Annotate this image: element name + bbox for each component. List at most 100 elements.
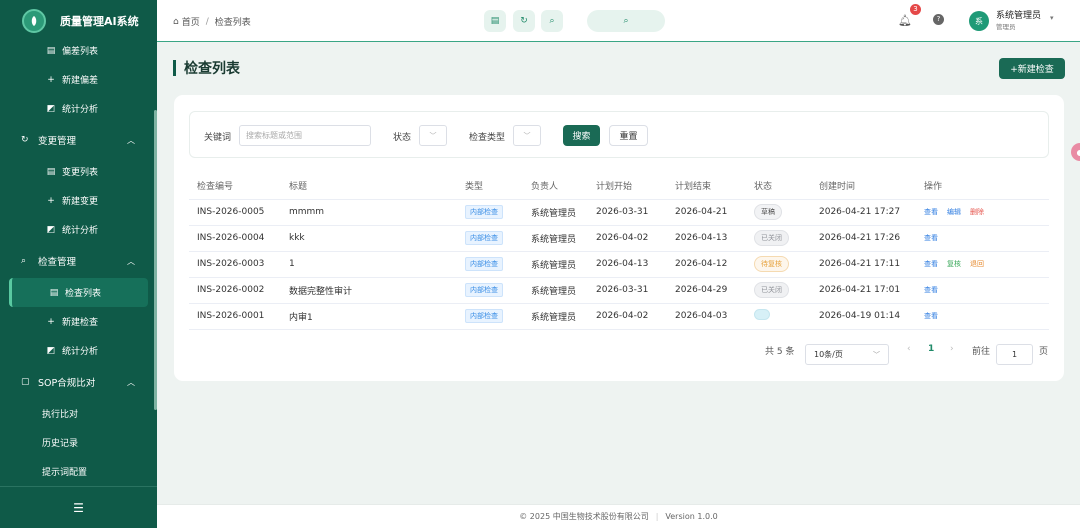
sidebar-item-deviation-stats[interactable]: ◩ 统计分析 [0,94,157,123]
status-cell [746,303,811,330]
sidebar-item-deviation-list[interactable]: ▤ 偏差列表 [0,42,157,65]
avatar[interactable]: 系 [969,11,989,31]
review-link[interactable]: 复核 [947,260,961,268]
sidebar-item-new-inspection[interactable]: + 新建检查 [0,307,157,336]
footer-divider: | [655,512,659,521]
edit-link[interactable]: 编辑 [947,208,961,216]
column-header: 类型 [457,173,523,200]
type-tag: 内部检查 [465,257,503,271]
footer: © 2025 中国生物技术股份有限公司 | Version 1.0.0 [157,504,1080,528]
sidebar-item-change-stats[interactable]: ◩ 统计分析 [0,215,157,244]
view-link[interactable]: 查看 [924,234,938,242]
back-link[interactable]: 退回 [970,260,984,268]
search-icon: ⌕ [623,16,629,26]
created-time-cell: 2026-04-21 17:01 [811,277,916,304]
sidebar-item-change-list[interactable]: ▤ 变更列表 [0,157,157,186]
jump-page-input[interactable]: 1 [996,344,1033,365]
user-name[interactable]: 系统管理员 [996,12,1041,21]
view-link[interactable]: 查看 [924,208,938,216]
sidebar-item-inspection-list[interactable]: ▤ 检查列表 [9,278,148,307]
sidebar-group-sop[interactable]: ▢ SOP合规比对 ︿ [0,365,157,399]
owner-cell: 系统管理员 [523,199,588,226]
type-label: 检查类型 [469,133,506,143]
sidebar-item-label: 历史记录 [42,439,79,449]
table-row[interactable]: INS-2026-0004 kkk 内部检查 系统管理员 2026-04-02 2026-… [189,225,1049,252]
table-row[interactable]: INS-2026-0002 数据完整性审计 内部检查 系统管理员 2026-03-31 2… [189,277,1049,304]
document-icon: ▢ [21,377,30,387]
sidebar-group-change[interactable]: ↻ 变更管理 ︿ [0,123,157,157]
created-time-cell: 2026-04-19 01:14 [811,303,916,330]
plan-end-cell: 2026-04-21 [667,199,746,226]
status-badge: 已关闭 [754,230,789,246]
refresh-icon[interactable]: ↻ [513,10,535,32]
status-badge: 待复核 [754,256,789,272]
table-row[interactable]: INS-2026-0005 mmmm 内部检查 系统管理员 2026-03-31 2026… [189,199,1049,226]
table-row[interactable]: INS-2026-0003 1 内部检查 系统管理员 2026-04-13 2026-04… [189,251,1049,278]
view-link[interactable]: 查看 [924,260,938,268]
sidebar-item-label: 执行比对 [42,410,79,420]
del-link[interactable]: 删除 [970,208,984,216]
page-number[interactable]: 1 [928,344,934,354]
status-select[interactable]: ﹀ [419,125,447,146]
menu-icon[interactable]: ☰ [0,486,157,528]
jump-suffix: 页 [1039,347,1049,357]
new-inspection-button[interactable]: +新建检查 [999,58,1065,79]
document-icon[interactable]: ▤ [484,10,506,32]
status-label: 状态 [393,133,412,143]
next-page-icon[interactable]: › [950,344,954,354]
view-link[interactable]: 查看 [924,286,938,294]
sidebar-item-label: 统计分析 [62,226,99,236]
chart-icon: ◩ [46,103,56,114]
sidebar-item-label: 新建变更 [62,197,99,207]
inspection-id-cell: INS-2026-0005 [189,199,281,226]
plan-start-cell: 2026-03-31 [588,277,667,304]
chevron-up-icon: ︿ [127,256,135,266]
column-header: 标题 [281,173,457,200]
floating-assistant-icon[interactable]: ◐ [1071,143,1080,161]
bell-icon[interactable]: 🔔︎ [898,14,912,27]
title-cell: 内审1 [281,303,457,330]
table-row[interactable]: INS-2026-0001 内审1 内部检查 系统管理员 2026-04-02 2026-… [189,303,1049,330]
table-header-row: 检查编号 标题 类型 负责人 计划开始 计划结束 状态 创建时间 操作 [189,173,1049,200]
top-bar: ⌂ 首页 / 检查列表 ▤ ↻ ⌕ ⌕ 🔔︎ 3 ? 系 系统管理员 管理员 ▾ [157,0,1080,42]
sidebar-menu: ▤ 偏差列表 + 新建偏差 ◩ 统计分析 ↻ 变更管理 ︿ ▤ 变更列表 + 新建变更 ◩ 统计… [0,42,157,486]
sidebar: 质量管理AI系统 ▤ 偏差列表 + 新建偏差 ◩ 统计分析 ↻ 变更管理 ︿ ▤ 变更列表 … [0,0,157,528]
column-header: 状态 [746,173,811,200]
sidebar-item-label: 变更列表 [62,168,99,178]
status-cell: 已关闭 [746,225,811,252]
sidebar-group-label: 变更管理 [38,136,77,147]
search-button[interactable]: 搜索 [563,125,600,146]
page-size-select[interactable]: 10条/页 ﹀ [805,344,889,365]
prev-page-icon[interactable]: ‹ [907,344,911,354]
global-search-button[interactable]: ⌕ [587,10,665,32]
sidebar-item-inspection-stats[interactable]: ◩ 统计分析 [0,336,157,365]
sidebar-item-prompt-config[interactable]: 提示词配置 [0,457,157,486]
reset-button[interactable]: 重置 [609,125,648,146]
created-time-cell: 2026-04-21 17:26 [811,225,916,252]
status-badge [754,309,770,320]
sidebar-item-new-deviation[interactable]: + 新建偏差 [0,65,157,94]
type-tag: 内部检查 [465,231,503,245]
view-link[interactable]: 查看 [924,312,938,320]
sidebar-item-new-change[interactable]: + 新建变更 [0,186,157,215]
type-cell: 内部检查 [457,303,523,330]
type-cell: 内部检查 [457,277,523,304]
type-select[interactable]: ﹀ [513,125,541,146]
sidebar-scrollbar[interactable] [154,110,157,410]
chevron-down-icon[interactable]: ▾ [1050,14,1054,22]
keyword-input[interactable]: 搜索标题或范围 [239,125,371,146]
help-icon[interactable]: ? [933,14,944,25]
page-size-value: 10条/页 [814,350,843,359]
sidebar-item-execute-compare[interactable]: 执行比对 [0,399,157,428]
column-header: 检查编号 [189,173,281,200]
breadcrumb-home[interactable]: 首页 [182,15,200,28]
sidebar-item-history[interactable]: 历史记录 [0,428,157,457]
sidebar-group-inspection[interactable]: ⌕ 检查管理 ︿ [0,244,157,278]
plan-start-cell: 2026-03-31 [588,199,667,226]
page-title: 检查列表 [173,58,240,78]
chevron-down-icon: ﹀ [429,131,437,140]
column-header: 计划开始 [588,173,667,200]
list-icon: ▤ [46,166,56,177]
search-icon[interactable]: ⌕ [541,10,563,32]
total-count: 共 5 条 [765,347,795,357]
